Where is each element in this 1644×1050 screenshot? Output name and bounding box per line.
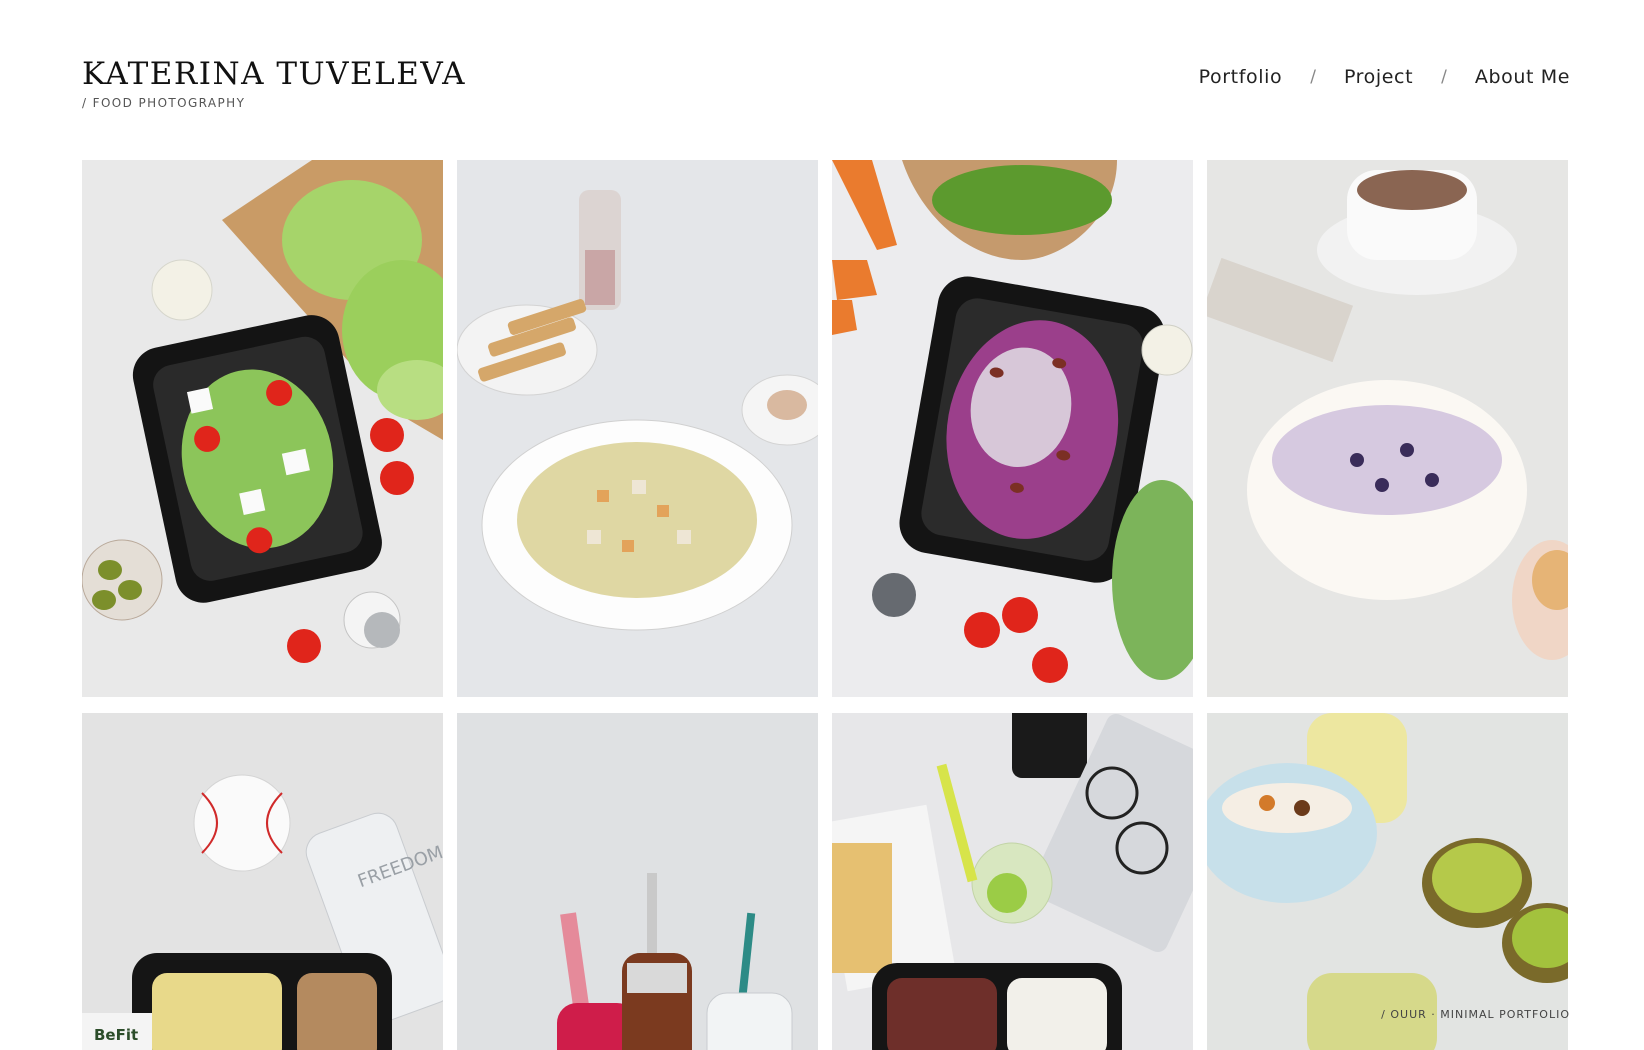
main-nav: Portfolio / Project / About Me: [1199, 66, 1570, 88]
box-brand-text: BeFit: [94, 1026, 138, 1044]
brand-subtitle: / FOOD PHOTOGRAPHY: [82, 96, 246, 110]
cabbage-bean-salad-photo: [832, 160, 1193, 697]
vegetable-soup-bowl-photo: [457, 160, 818, 697]
portfolio-item-6[interactable]: [457, 713, 818, 1050]
greek-salad-container-photo: [82, 160, 443, 697]
site-header: KATERINA TUVELEVA / FOOD PHOTOGRAPHY Por…: [82, 56, 1570, 116]
baseball-meal-box-photo: FREEDOM BeFit: [82, 713, 443, 1050]
portfolio-item-8[interactable]: [1207, 713, 1568, 1050]
portfolio-item-2[interactable]: [457, 160, 818, 697]
nav-portfolio[interactable]: Portfolio: [1199, 66, 1283, 88]
portfolio-item-3[interactable]: [832, 160, 1193, 697]
nav-about-me[interactable]: About Me: [1475, 66, 1570, 88]
yogurt-kiwi-photo: [1207, 713, 1568, 1050]
portfolio-item-4[interactable]: [1207, 160, 1568, 697]
footer-credit: / OUUR · MINIMAL PORTFOLIO: [1381, 1008, 1570, 1021]
meal-box-glasses-photo: [832, 713, 1193, 1050]
portfolio-item-5[interactable]: FREEDOM BeFit: [82, 713, 443, 1050]
portfolio-item-7[interactable]: [832, 713, 1193, 1050]
oatmeal-blueberry-bowl-photo: [1207, 160, 1568, 697]
juice-bottles-photo: [457, 713, 818, 1050]
nav-project[interactable]: Project: [1344, 66, 1413, 88]
nav-separator: /: [1310, 67, 1316, 87]
nav-separator: /: [1441, 67, 1447, 87]
portfolio-item-1[interactable]: [82, 160, 443, 697]
